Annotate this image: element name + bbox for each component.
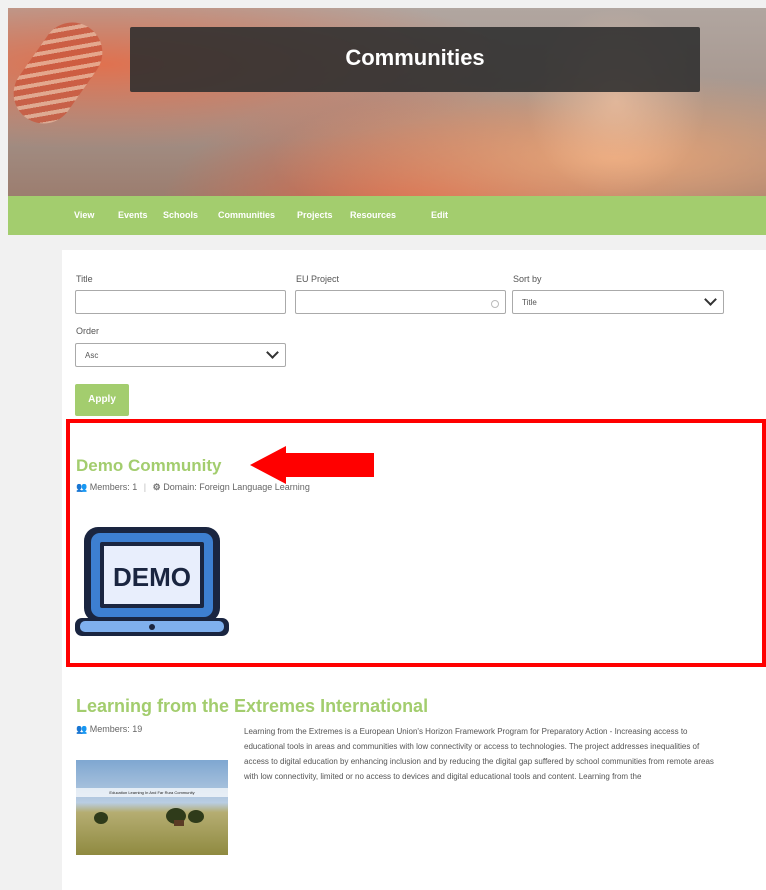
members-icon: 👥 xyxy=(76,724,88,734)
tree-shape xyxy=(94,812,108,824)
thumbnail-caption: Education Learning In And Far Rura Commu… xyxy=(76,788,228,797)
sort-by-label: Sort by xyxy=(513,274,542,284)
title-filter-input[interactable] xyxy=(75,290,286,314)
title-filter-label: Title xyxy=(76,274,93,284)
red-arrow-annotation xyxy=(250,446,374,484)
autocomplete-icon xyxy=(491,300,499,308)
highlight-box xyxy=(66,419,766,667)
order-value: Asc xyxy=(85,351,99,360)
nav-item-schools[interactable]: Schools xyxy=(163,210,198,220)
tree-shape xyxy=(188,810,204,823)
hero-banner: Communities xyxy=(8,8,766,196)
nav-item-events[interactable]: Events xyxy=(118,210,148,220)
chevron-down-icon xyxy=(704,293,717,306)
hero-title-box: Communities xyxy=(130,27,700,92)
nav-item-edit[interactable]: Edit xyxy=(431,210,448,220)
nav-item-view[interactable]: View xyxy=(74,210,94,220)
sort-by-value: Title xyxy=(522,298,537,307)
order-select[interactable]: Asc xyxy=(75,343,286,367)
eu-project-filter-label: EU Project xyxy=(296,274,340,284)
page-title: Communities xyxy=(345,45,485,70)
community-title-link[interactable]: Learning from the Extremes International xyxy=(76,696,428,717)
nav-item-projects[interactable]: Projects xyxy=(297,210,333,220)
community-thumbnail[interactable]: Education Learning In And Far Rura Commu… xyxy=(76,760,228,855)
house-shape xyxy=(174,820,184,826)
chevron-down-icon xyxy=(266,346,279,359)
community-meta: 👥 Members: 19 xyxy=(76,724,142,735)
apply-button[interactable]: Apply xyxy=(75,384,129,416)
community-description: Learning from the Extremes is a European… xyxy=(244,727,714,781)
sort-by-select[interactable]: Title xyxy=(512,290,724,314)
nav-item-communities[interactable]: Communities xyxy=(218,210,275,220)
nav-item-resources[interactable]: Resources xyxy=(350,210,396,220)
eu-project-filter-input[interactable] xyxy=(295,290,506,314)
members-count: Members: 19 xyxy=(89,724,143,734)
secondary-navbar: View Events Schools Communities Projects… xyxy=(8,196,766,235)
hero-image-arm xyxy=(8,10,115,136)
order-label: Order xyxy=(76,326,100,336)
